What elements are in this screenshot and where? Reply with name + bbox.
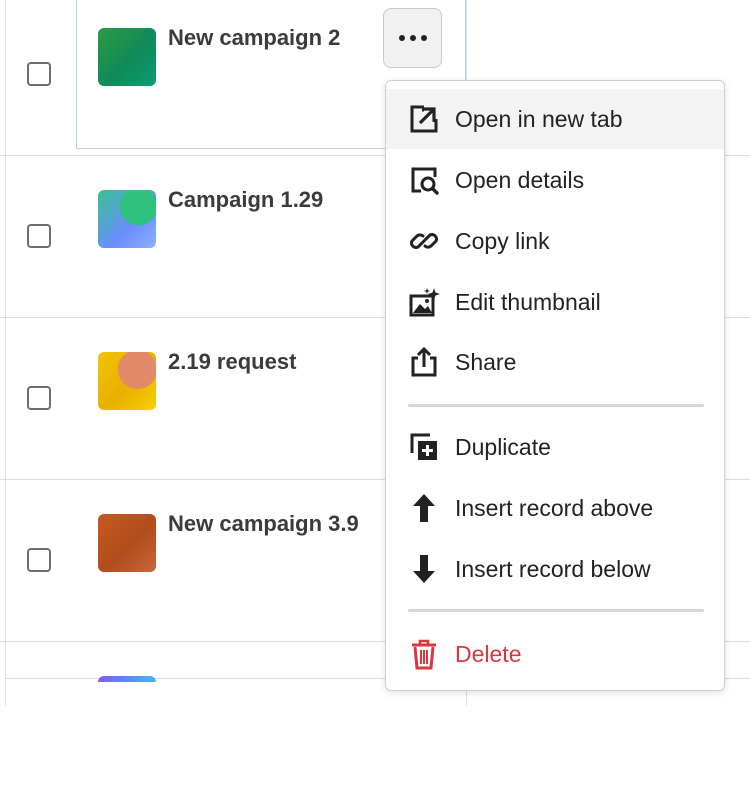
arrow-down-icon <box>408 553 440 585</box>
row-thumbnail <box>98 190 156 248</box>
ellipsis-icon <box>398 35 405 41</box>
menu-item-label: Duplicate <box>455 433 551 460</box>
row-thumbnail <box>98 676 156 682</box>
row-checkbox[interactable] <box>27 224 51 248</box>
open-details-icon <box>408 164 440 196</box>
menu-divider <box>408 404 704 407</box>
menu-item-label: Copy link <box>455 227 550 254</box>
link-icon <box>408 225 440 257</box>
context-menu: Open in new tab Open details Copy link E… <box>385 80 725 691</box>
edit-thumbnail-icon <box>408 286 440 318</box>
share-icon <box>408 346 440 378</box>
menu-item-duplicate[interactable]: Duplicate <box>386 417 724 477</box>
row-name[interactable]: 2.19 request <box>168 349 296 375</box>
row-thumbnail <box>98 514 156 572</box>
row-name[interactable]: New campaign 3.9 <box>168 511 359 537</box>
menu-divider <box>408 609 704 612</box>
menu-item-copy-link[interactable]: Copy link <box>386 211 724 271</box>
more-actions-button[interactable] <box>383 8 442 68</box>
menu-item-insert-record-above[interactable]: Insert record above <box>386 478 724 538</box>
menu-item-label: Delete <box>455 640 522 667</box>
menu-item-label: Edit thumbnail <box>455 288 601 315</box>
menu-item-delete[interactable]: Delete <box>386 624 724 684</box>
menu-item-label: Open details <box>455 166 585 193</box>
open-in-new-tab-icon <box>408 103 440 135</box>
arrow-up-icon <box>408 492 440 524</box>
row-checkbox[interactable] <box>27 386 51 410</box>
ellipsis-icon <box>420 35 427 41</box>
row-checkbox[interactable] <box>27 62 51 86</box>
menu-item-open-details[interactable]: Open details <box>386 150 724 210</box>
menu-item-label: Share <box>455 348 517 375</box>
menu-item-label: Insert record below <box>455 555 651 582</box>
menu-item-edit-thumbnail[interactable]: Edit thumbnail <box>386 272 724 332</box>
menu-item-open-in-new-tab[interactable]: Open in new tab <box>386 89 724 149</box>
menu-item-label: Insert record above <box>455 494 654 521</box>
row-name[interactable]: Campaign 1.29 <box>168 187 323 213</box>
trash-icon <box>408 638 440 670</box>
menu-item-insert-record-below[interactable]: Insert record below <box>386 539 724 599</box>
duplicate-icon <box>408 431 440 463</box>
row-thumbnail <box>98 352 156 410</box>
row-thumbnail <box>98 28 156 86</box>
ellipsis-icon <box>409 35 416 41</box>
menu-item-share[interactable]: Share <box>386 332 724 392</box>
row-name[interactable]: New campaign 2 <box>168 25 340 51</box>
row-checkbox[interactable] <box>27 548 51 572</box>
menu-item-label: Open in new tab <box>455 105 623 132</box>
